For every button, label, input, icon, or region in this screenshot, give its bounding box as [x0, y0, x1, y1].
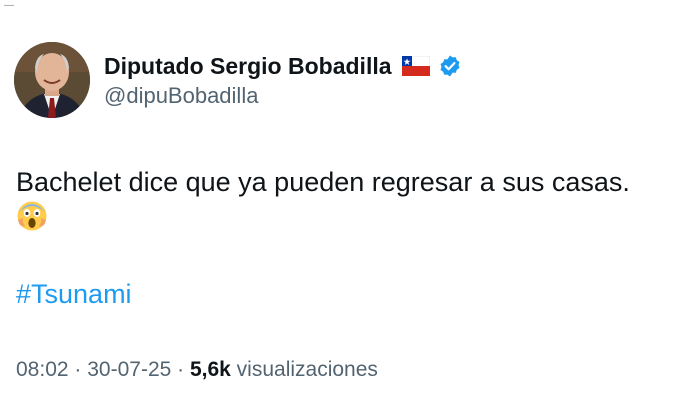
tweet-date[interactable]: 30-07-25: [87, 358, 171, 381]
name-row: Diputado Sergio Bobadilla: [104, 51, 462, 81]
views-count: 5,6k: [189, 358, 231, 381]
hashtag-link[interactable]: #Tsunami: [16, 279, 132, 310]
face-screaming-in-fear-icon: [16, 200, 48, 232]
tweet-meta: 08:02 · 30-07-25 · 5,6k visualizaciones: [16, 358, 378, 382]
display-name[interactable]: Diputado Sergio Bobadilla: [104, 53, 392, 80]
tweet-header: Diputado Sergio Bobadilla @dipuBobadilla: [104, 51, 462, 109]
tweet-card: — Diputado Sergio Bobadilla @dipuBobadil…: [0, 0, 681, 401]
top-edge-mark: —: [4, 0, 14, 11]
meta-separator: ·: [68, 358, 88, 381]
avatar[interactable]: [14, 42, 90, 118]
avatar-image: [14, 42, 90, 118]
chile-flag-icon: [401, 55, 430, 77]
tweet-time[interactable]: 08:02: [16, 358, 69, 381]
verified-badge-icon[interactable]: [438, 54, 462, 78]
tweet-text: Bachelet dice que ya pueden regresar a s…: [16, 167, 630, 197]
meta-separator: ·: [171, 358, 190, 381]
user-handle[interactable]: @dipuBobadilla: [104, 83, 462, 109]
views-label: visualizaciones: [230, 358, 378, 381]
